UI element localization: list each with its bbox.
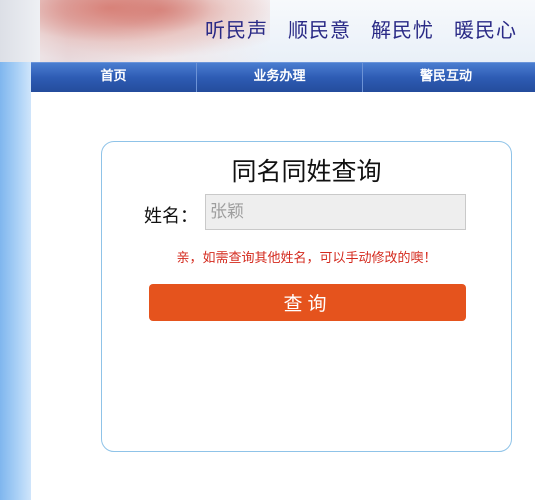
query-button[interactable]: 查询 (149, 284, 466, 321)
header-banner: 听民声 顺民意 解民忧 暖民心 (0, 0, 535, 62)
page-title: 同名同姓查询 (231, 157, 382, 186)
banner-stripe (0, 0, 40, 62)
name-query-card: 同名同姓查询 姓名： 亲，如需查询其他姓名，可以手动修改的噢！ 查询 (101, 141, 512, 452)
main-nav: 首页 业务办理 警民互动 (31, 62, 535, 92)
slogan-solve: 解民忧 (371, 18, 434, 42)
nav-item-home[interactable]: 首页 (31, 63, 197, 92)
left-sidebar-strip (0, 62, 31, 500)
hint-text: 亲，如需查询其他姓名，可以手动修改的噢！ (176, 251, 437, 266)
page: 听民声 顺民意 解民忧 暖民心 首页 业务办理 警民互动 同名同姓查询 姓名： … (0, 0, 535, 500)
nav-item-interaction[interactable]: 警民互动 (363, 63, 529, 92)
name-label: 姓名： (144, 206, 198, 227)
slogan-listen: 听民声 (205, 18, 268, 42)
slogan-group: 听民声 顺民意 解民忧 暖民心 (205, 14, 517, 43)
name-input[interactable] (205, 194, 466, 230)
nav-item-business[interactable]: 业务办理 (197, 63, 363, 92)
slogan-follow: 顺民意 (288, 18, 351, 42)
slogan-warm: 暖民心 (454, 18, 517, 42)
